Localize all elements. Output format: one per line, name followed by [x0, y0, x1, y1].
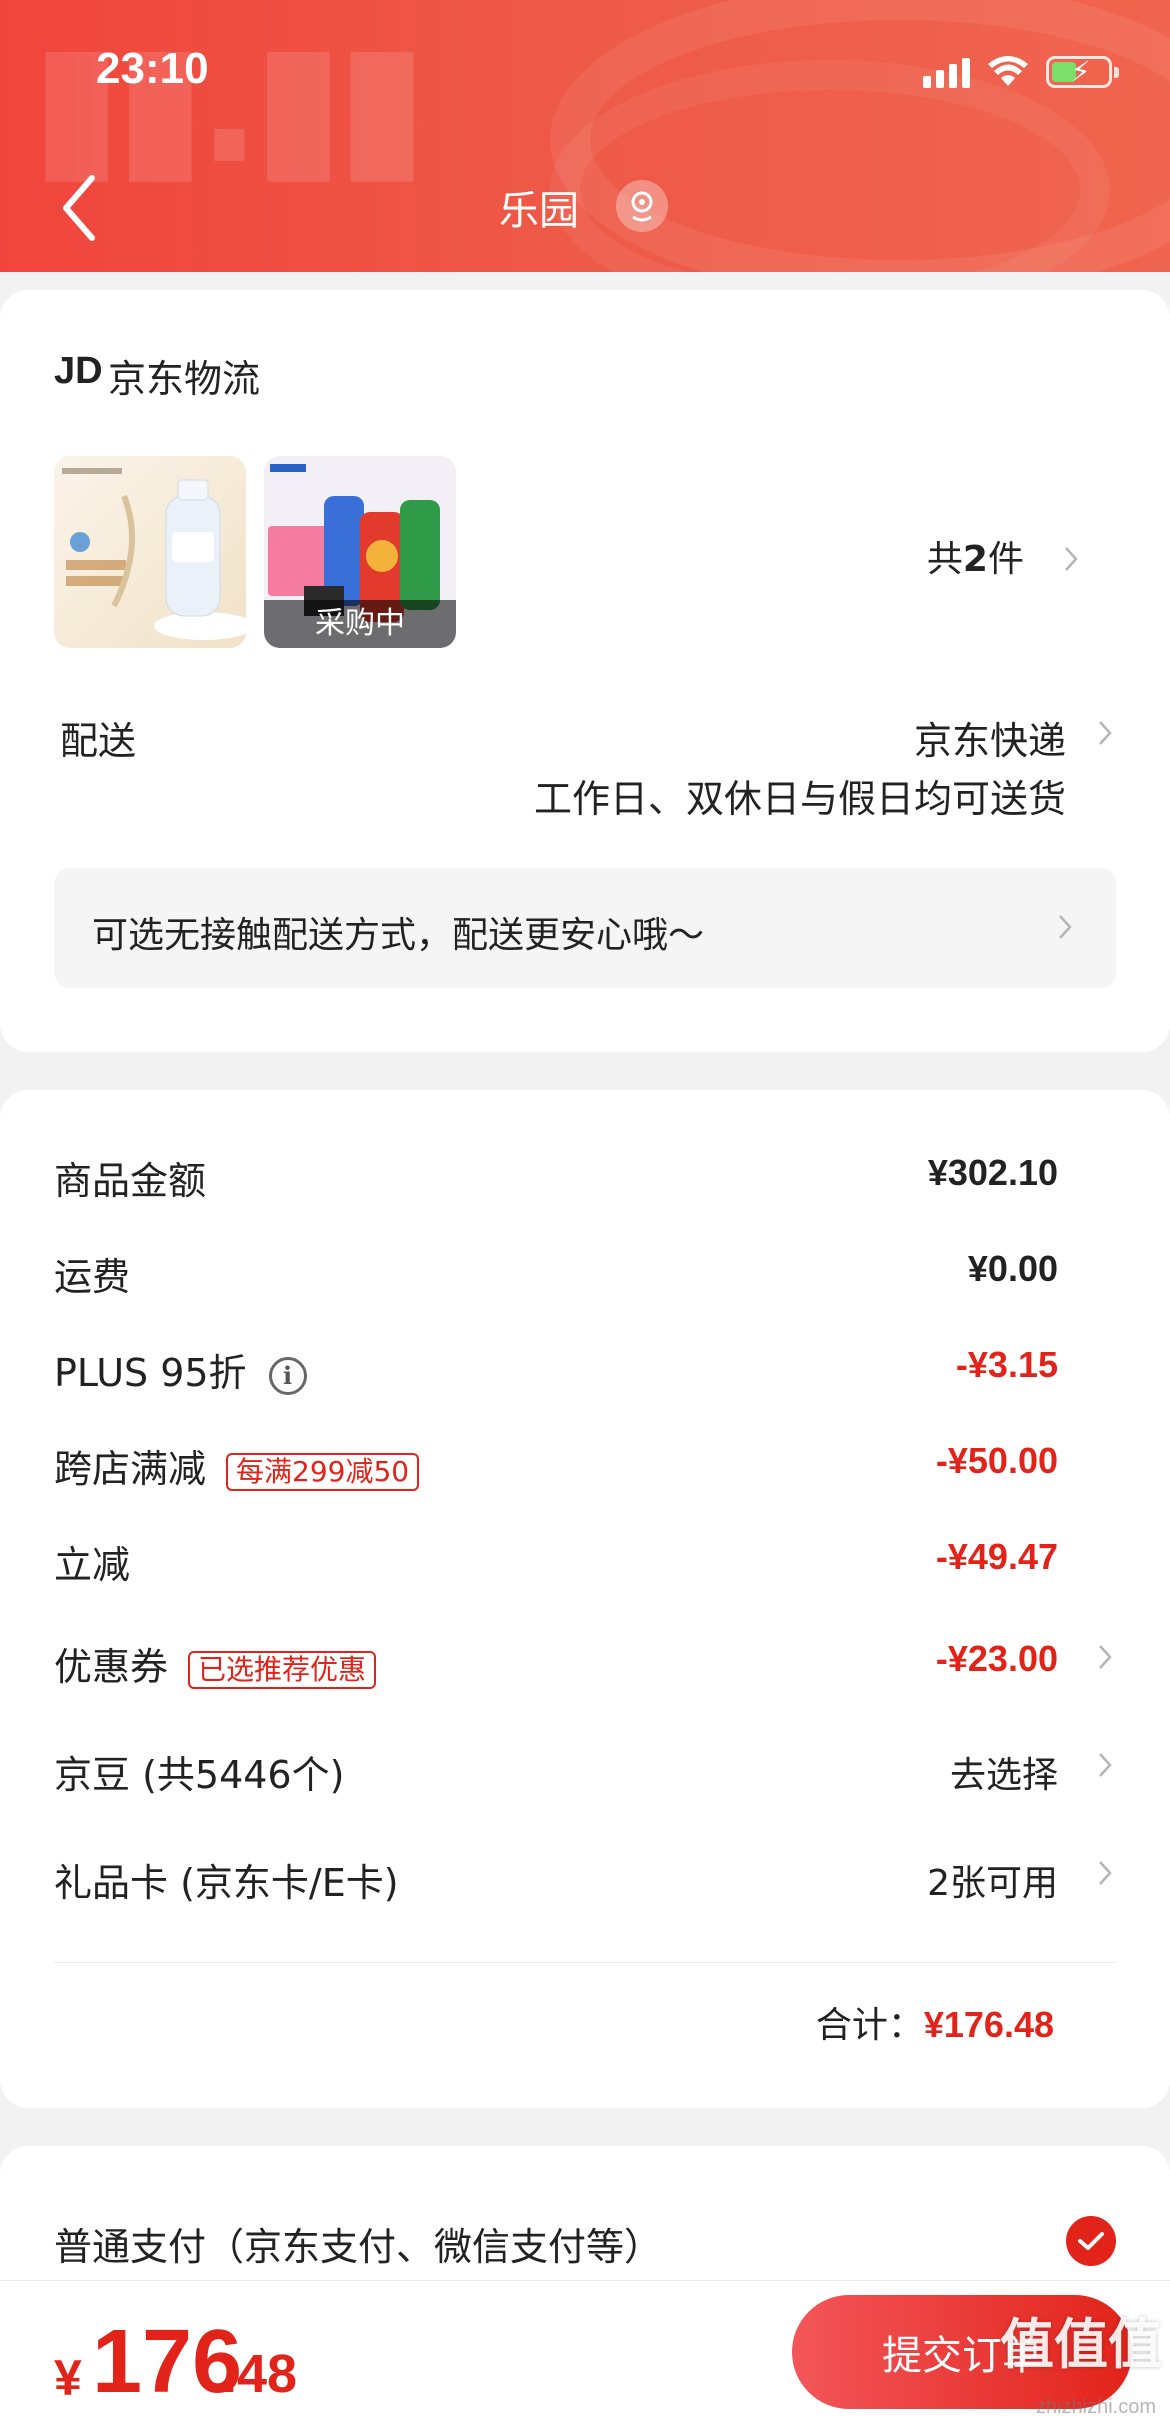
delivery-label: 配送 — [60, 719, 137, 763]
row-gift-card-label[interactable]: 礼品卡 (京东卡/E卡) — [54, 1852, 399, 1907]
logistics-label: 京东物流 — [108, 357, 261, 401]
row-goods-amount-value: ¥302.10 — [927, 1152, 1058, 1193]
double-eleven-decoration: ▮▮.▮▮ — [30, 4, 429, 202]
row-shipping-fee-value: ¥0.00 — [967, 1248, 1058, 1289]
coupon-tag: 已选推荐优惠 — [188, 1650, 377, 1689]
page-title: 乐园 — [499, 188, 579, 234]
location-icon[interactable] — [616, 180, 668, 232]
price-currency: ¥ — [54, 2350, 82, 2406]
wifi-icon — [988, 56, 1028, 86]
chevron-right-icon — [1099, 1861, 1112, 1885]
price-decimal: .48 — [222, 2344, 298, 2404]
row-coupon[interactable]: 优惠券 已选推荐优惠 — [54, 1636, 377, 1691]
header-bar: ▮▮.▮▮ 23:10 ⚡ 乐园 — [0, 0, 1170, 272]
product-thumbnail-bottles[interactable]: 采购中 — [264, 456, 456, 648]
row-coupon-value[interactable]: -¥23.00 — [936, 1638, 1058, 1680]
checkout-bar: ¥ 176 .48 提交订单 — [0, 2280, 1170, 2430]
thumbnail-status: 采购中 — [264, 600, 456, 648]
battery-icon: ⚡ — [1046, 56, 1119, 88]
product-thumbnail-lotion[interactable] — [54, 456, 246, 648]
row-shipping-fee-label: 运费 — [54, 1255, 131, 1299]
chevron-right-icon — [1099, 1645, 1112, 1669]
status-icons: ⚡ — [923, 52, 1119, 92]
info-icon[interactable]: i — [268, 1356, 307, 1395]
shipping-card: JD 京东物流 采购中 共2件 配送 京东快递 工作日、双休日与假日均可送货 可… — [0, 290, 1170, 1052]
row-cross-store-discount: 跨店满减 每满299减50 — [54, 1438, 420, 1493]
row-plus-discount: PLUS 95折 i — [54, 1342, 307, 1397]
subtotal: 合计：¥176.48 — [815, 2004, 1054, 2046]
chevron-right-icon — [1059, 915, 1072, 939]
item-count[interactable]: 共2件 — [927, 530, 1024, 582]
payment-method-label[interactable]: 普通支付（京东支付、微信支付等） — [54, 2216, 662, 2271]
jd-logo: JD — [54, 350, 103, 392]
row-jd-beans-value[interactable]: 去选择 — [950, 1746, 1058, 1798]
divider — [54, 1962, 1116, 1963]
row-goods-amount-label: 商品金额 — [54, 1159, 207, 1203]
delivery-method[interactable]: 京东快递 — [914, 710, 1066, 765]
discount-tag: 每满299减50 — [226, 1452, 420, 1491]
row-instant-discount-label: 立减 — [54, 1543, 131, 1587]
watermark-url: zhizhizhi.com — [1035, 2396, 1156, 2418]
watermark-logo: 值值值 — [1000, 2313, 1162, 2376]
chevron-right-icon — [1065, 547, 1078, 571]
price-integer: 176 — [92, 2312, 243, 2412]
row-plus-discount-value: -¥3.15 — [955, 1344, 1058, 1385]
row-gift-card-value[interactable]: 2张可用 — [927, 1854, 1058, 1906]
signal-icon — [923, 56, 970, 88]
contactless-delivery-notice[interactable]: 可选无接触配送方式，配送更安心哦～ — [54, 868, 1116, 988]
checkmark-icon[interactable] — [1066, 2216, 1116, 2266]
row-instant-discount-value: -¥49.47 — [935, 1536, 1058, 1577]
status-time: 23:10 — [96, 44, 209, 93]
delivery-schedule: 工作日、双休日与假日均可送货 — [533, 777, 1066, 821]
row-cross-store-discount-value: -¥50.00 — [935, 1440, 1058, 1481]
row-jd-beans-label[interactable]: 京豆 (共5446个) — [54, 1744, 344, 1799]
price-summary-card: 商品金额 ¥302.10 运费 ¥0.00 PLUS 95折 i -¥3.15 跨… — [0, 1090, 1170, 2108]
chevron-right-icon — [1099, 1753, 1112, 1777]
chevron-right-icon — [1099, 721, 1112, 745]
